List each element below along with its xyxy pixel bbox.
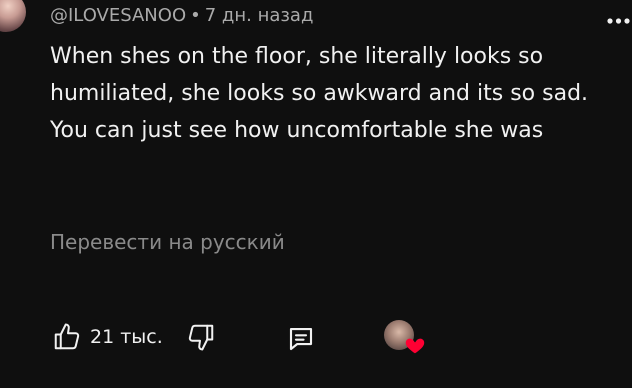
heart-icon	[405, 338, 425, 354]
more-icon[interactable]	[606, 18, 632, 24]
creator-heart-badge	[384, 320, 425, 354]
dislike-button[interactable]	[186, 322, 216, 352]
like-button[interactable]: 21 тыс.	[52, 322, 163, 352]
thumb-down-icon	[188, 324, 214, 351]
author-handle[interactable]: @ILOVESANOO	[50, 5, 186, 26]
like-count: 21 тыс.	[90, 326, 163, 348]
comment-text: When shes on the floor, she literally lo…	[50, 44, 589, 143]
creator-avatar	[384, 320, 425, 354]
comment-timestamp[interactable]: 7 дн. назад	[205, 5, 314, 26]
author-avatar[interactable]	[0, 0, 26, 32]
thumb-up-icon	[54, 323, 80, 350]
comment-meta: @ILOVESANOO • 7 дн. назад	[50, 5, 313, 27]
reply-button[interactable]	[286, 324, 316, 354]
comment-actions: 21 тыс.	[0, 318, 632, 362]
comment-icon	[289, 327, 313, 351]
meta-separator: •	[190, 5, 201, 26]
translate-link[interactable]: Перевести на русский	[50, 228, 285, 256]
